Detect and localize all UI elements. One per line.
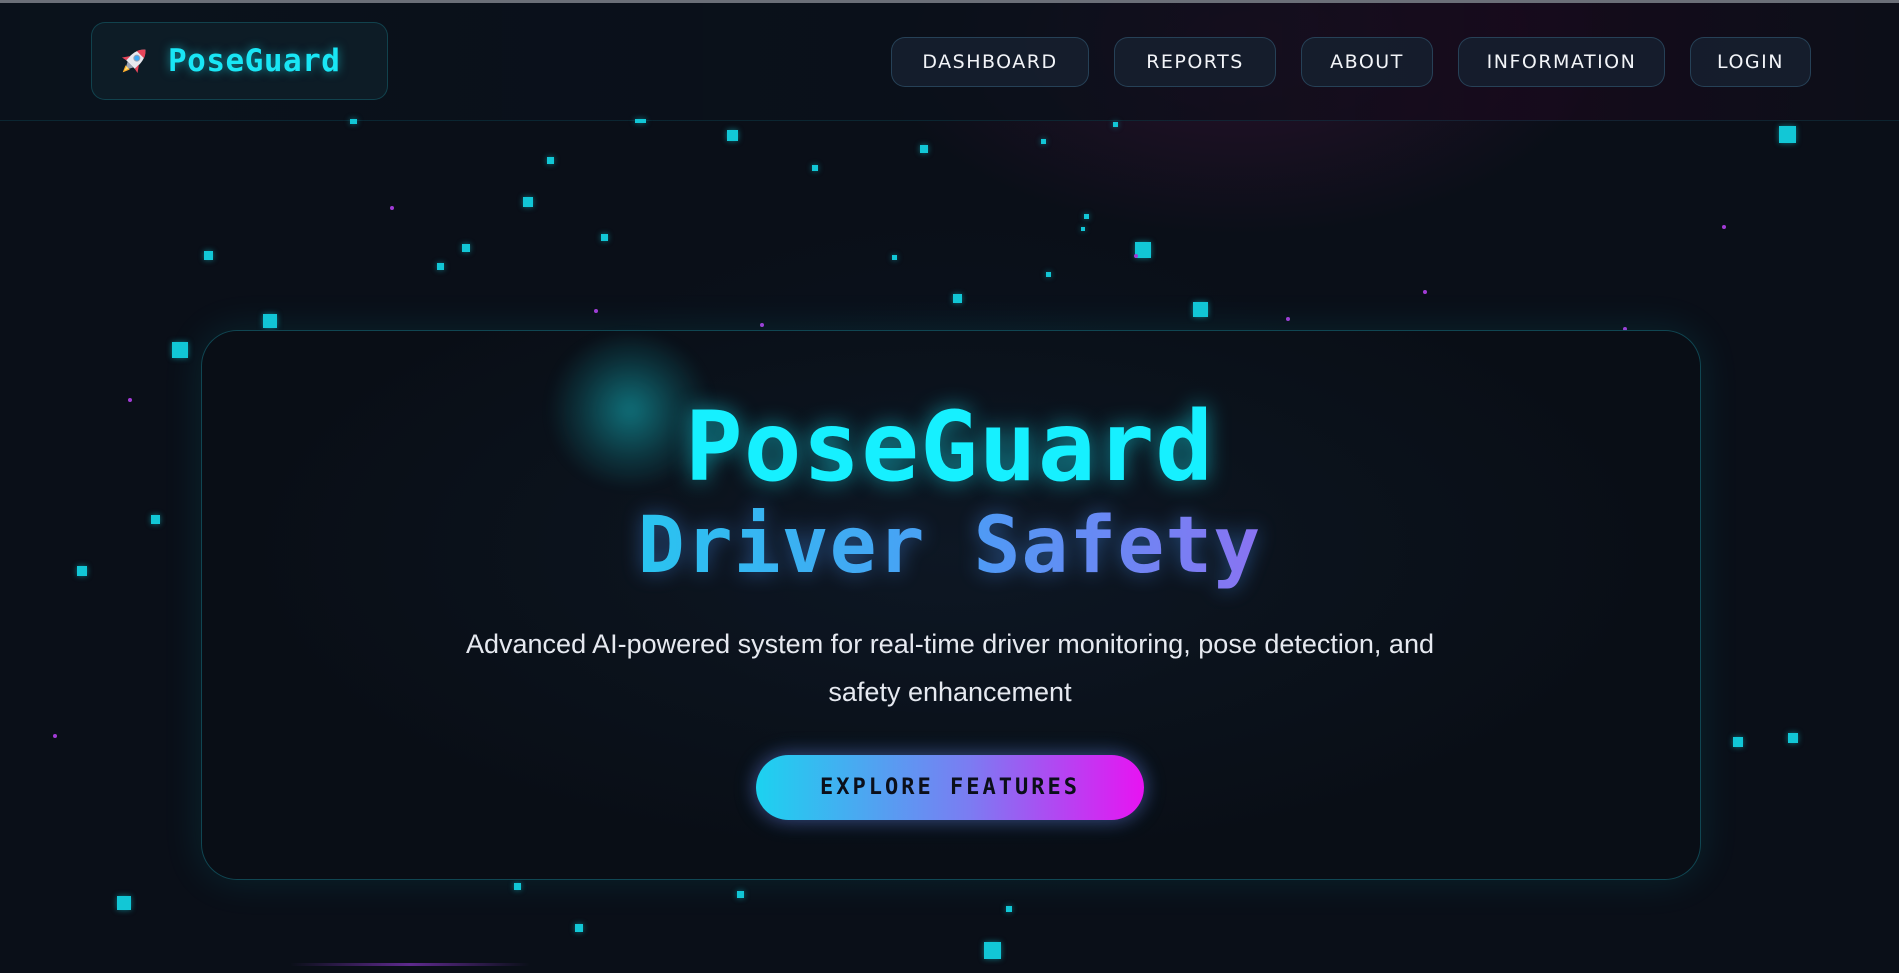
particle bbox=[547, 157, 554, 164]
bottom-glow-line bbox=[290, 963, 530, 966]
particle bbox=[812, 165, 818, 171]
particle bbox=[390, 206, 394, 210]
brand-logo[interactable]: PoseGuard bbox=[91, 22, 388, 100]
particle bbox=[1006, 906, 1012, 912]
nav-login-button[interactable]: LOGIN bbox=[1690, 37, 1811, 87]
particle bbox=[1779, 126, 1796, 143]
hero-subtitle-text: Driver Safety bbox=[637, 501, 1262, 591]
nav-reports-button[interactable]: REPORTS bbox=[1114, 37, 1276, 87]
particle bbox=[172, 342, 188, 358]
particle bbox=[1134, 254, 1138, 258]
particle bbox=[1046, 272, 1051, 277]
particle bbox=[601, 234, 608, 241]
particle bbox=[462, 244, 470, 252]
particle bbox=[53, 734, 57, 738]
particle bbox=[350, 119, 357, 124]
particle bbox=[204, 251, 213, 260]
nav-dashboard-button[interactable]: DASHBOARD bbox=[891, 37, 1089, 87]
particle bbox=[737, 891, 744, 898]
particle bbox=[1733, 737, 1743, 747]
particle bbox=[892, 255, 897, 260]
particle bbox=[437, 263, 444, 270]
hero-title: PoseGuard bbox=[684, 391, 1215, 503]
particle bbox=[117, 896, 131, 910]
particle bbox=[523, 197, 533, 207]
particle bbox=[1423, 290, 1427, 294]
particle bbox=[1041, 139, 1046, 144]
particle bbox=[760, 323, 764, 327]
particle bbox=[1193, 302, 1208, 317]
page: PoseGuard DASHBOARD REPORTS ABOUT INFORM… bbox=[0, 0, 1899, 973]
nav-about-button[interactable]: ABOUT bbox=[1301, 37, 1433, 87]
particle bbox=[514, 883, 521, 890]
particle bbox=[1084, 214, 1089, 219]
hero-subtitle: Driver Safety bbox=[0, 500, 1899, 592]
particle bbox=[1722, 225, 1726, 229]
particle bbox=[635, 119, 646, 123]
particle bbox=[1788, 733, 1798, 743]
brand-name: PoseGuard bbox=[168, 43, 341, 79]
hero-description: Advanced AI-powered system for real-time… bbox=[466, 629, 1434, 707]
particle bbox=[727, 130, 738, 141]
particle bbox=[1081, 227, 1085, 231]
particle bbox=[594, 309, 598, 313]
particle bbox=[1113, 122, 1118, 127]
nav-information-button[interactable]: INFORMATION bbox=[1458, 37, 1665, 87]
particle bbox=[1286, 317, 1290, 321]
particle bbox=[953, 294, 962, 303]
explore-features-button[interactable]: EXPLORE FEATURES bbox=[756, 755, 1144, 820]
particle bbox=[984, 942, 1001, 959]
navbar: PoseGuard DASHBOARD REPORTS ABOUT INFORM… bbox=[0, 3, 1899, 121]
particle bbox=[575, 924, 583, 932]
particle bbox=[920, 145, 928, 153]
particle bbox=[263, 314, 277, 328]
rocket-icon bbox=[121, 49, 146, 74]
